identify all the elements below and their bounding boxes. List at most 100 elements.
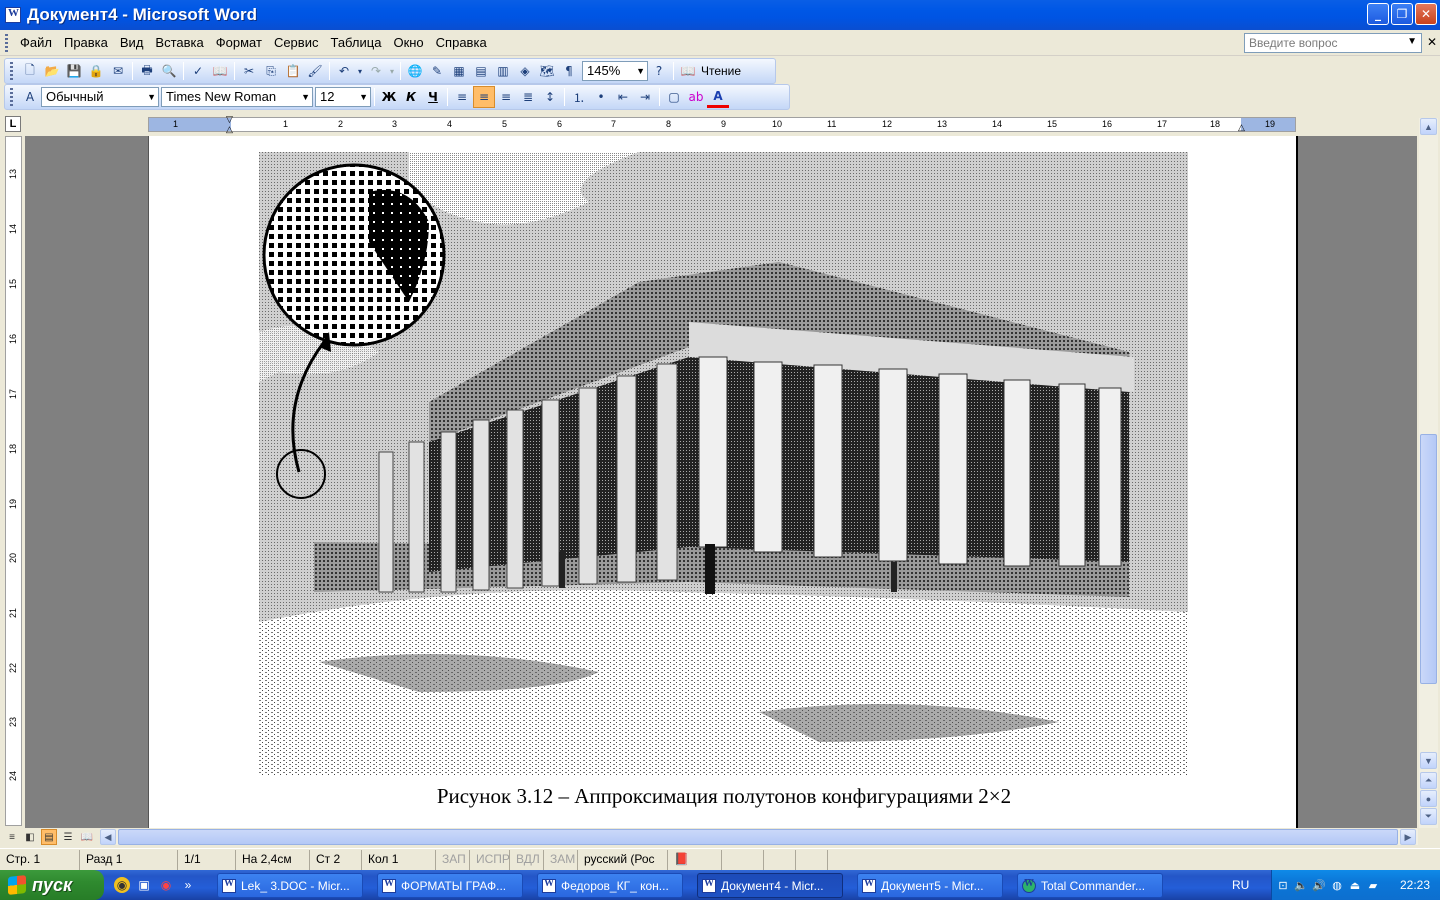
tray-speaker-icon[interactable]: 🔈 <box>1294 878 1308 892</box>
left-indent-marker[interactable]: △ <box>226 124 233 135</box>
copy-icon[interactable]: ⎘ <box>260 60 282 82</box>
tables-borders-icon[interactable]: ✎ <box>426 60 448 82</box>
task-document4[interactable]: Документ4 - Micr... <box>697 873 843 898</box>
input-language-indicator[interactable]: RU <box>1232 878 1249 892</box>
font-select[interactable]: Times New Roman ▼ <box>161 87 313 107</box>
format-painter-icon[interactable]: 🖌 <box>304 60 326 82</box>
task-formats[interactable]: ФОРМАТЫ ГРАФ... <box>377 873 523 898</box>
align-left-icon[interactable]: ≡ <box>451 86 473 108</box>
menu-format[interactable]: Формат <box>210 33 268 52</box>
document-area[interactable]: Рисунок 3.12 – Аппроксимация полутонов к… <box>25 136 1417 828</box>
browse-object-icon[interactable]: ● <box>1420 790 1437 807</box>
new-document-icon[interactable]: 🗋 <box>19 60 41 82</box>
bullets-icon[interactable]: • <box>590 86 612 108</box>
font-size-select[interactable]: 12 ▼ <box>315 87 371 107</box>
undo-icon[interactable]: ↶ <box>333 60 355 82</box>
print-preview-icon[interactable]: 🔍 <box>158 60 180 82</box>
quick-launch-desktop-icon[interactable]: ▣ <box>136 877 152 893</box>
menu-window[interactable]: Окно <box>387 33 429 52</box>
minimize-button[interactable]: _ <box>1367 3 1389 25</box>
tray-nvidia-icon[interactable]: ▰ <box>1366 878 1380 892</box>
document-close-icon[interactable]: ✕ <box>1427 35 1437 49</box>
vertical-scroll-thumb[interactable] <box>1420 434 1437 684</box>
tab-selector-button[interactable]: L <box>5 116 21 132</box>
task-fedorov[interactable]: Федоров_КГ_ кон... <box>537 873 683 898</box>
horizontal-ruler[interactable]: 1 1 2 3 4 5 6 7 8 9 10 11 12 13 14 15 16… <box>148 114 1296 135</box>
ask-question-dropdown-icon[interactable]: ▼ <box>1407 36 1417 47</box>
research-icon[interactable]: 📖 <box>209 60 231 82</box>
align-center-icon[interactable]: ≡ <box>473 86 495 108</box>
task-document5[interactable]: Документ5 - Micr... <box>857 873 1003 898</box>
quick-launch-media-icon[interactable]: ◉ <box>158 877 174 893</box>
scroll-up-icon[interactable]: ▲ <box>1420 118 1437 135</box>
bold-button[interactable]: Ж <box>378 86 400 108</box>
horizontal-scroll-thumb[interactable] <box>118 829 1398 845</box>
scroll-down-icon[interactable]: ▼ <box>1420 752 1437 769</box>
permission-icon[interactable]: 🔒 <box>85 60 107 82</box>
web-view-icon[interactable]: ◧ <box>22 829 38 845</box>
menubar-grip[interactable] <box>5 33 8 52</box>
scroll-right-icon[interactable]: ▶ <box>1400 829 1416 845</box>
document-page[interactable]: Рисунок 3.12 – Аппроксимация полутонов к… <box>148 136 1298 828</box>
vertical-scrollbar[interactable]: ▲ ▼ ⏶ ● ⏷ <box>1419 118 1438 828</box>
columns-icon[interactable]: ▥ <box>492 60 514 82</box>
cut-icon[interactable]: ✂ <box>238 60 260 82</box>
tray-app-icon[interactable]: ◍ <box>1330 878 1344 892</box>
drawing-icon[interactable]: ◈ <box>514 60 536 82</box>
status-extend[interactable]: ВДЛ <box>510 849 544 870</box>
right-indent-marker[interactable]: △ <box>1238 122 1245 133</box>
read-icon[interactable]: 📖 <box>677 60 699 82</box>
align-right-icon[interactable]: ≡ <box>495 86 517 108</box>
clock[interactable]: 22:23 <box>1400 878 1430 892</box>
show-hide-icon[interactable]: ¶ <box>558 60 580 82</box>
paste-icon[interactable]: 📋 <box>282 60 304 82</box>
spelling-status-icon[interactable]: 📕 <box>668 849 722 870</box>
word-doc-icon[interactable] <box>5 7 21 23</box>
menu-edit[interactable]: Правка <box>58 33 114 52</box>
toolbar-grip[interactable] <box>10 62 13 80</box>
toolbar-grip[interactable] <box>10 88 13 106</box>
insert-excel-icon[interactable]: ▤ <box>470 60 492 82</box>
vertical-ruler[interactable]: 13 14 15 16 17 18 19 20 21 22 23 24 <box>5 136 22 826</box>
redo-icon[interactable]: ↷ <box>365 60 387 82</box>
underline-button[interactable]: Ч <box>422 86 444 108</box>
redo-dropdown-icon[interactable]: ▾ <box>387 60 397 82</box>
help-icon[interactable]: ? <box>648 60 670 82</box>
close-button[interactable]: ✕ <box>1415 3 1437 25</box>
menu-view[interactable]: Вид <box>114 33 150 52</box>
highlight-icon[interactable]: ab <box>685 86 707 108</box>
justify-icon[interactable]: ≣ <box>517 86 539 108</box>
task-total-commander[interactable]: Total Commander... <box>1017 873 1163 898</box>
previous-page-icon[interactable]: ⏶ <box>1420 772 1437 789</box>
style-select[interactable]: Обычный ▼ <box>41 87 159 107</box>
halftone-parthenon-figure[interactable] <box>259 152 1188 775</box>
decrease-indent-icon[interactable]: ⇤ <box>612 86 634 108</box>
menu-table[interactable]: Таблица <box>324 33 387 52</box>
print-icon[interactable]: 🖶 <box>136 60 158 82</box>
save-icon[interactable]: 💾 <box>63 60 85 82</box>
tray-safely-remove-icon[interactable]: ⏏ <box>1348 878 1362 892</box>
reading-mode-button[interactable]: Чтение <box>699 64 743 78</box>
document-map-icon[interactable]: 🗺 <box>536 60 558 82</box>
borders-icon[interactable]: ▢ <box>663 86 685 108</box>
reading-view-icon[interactable]: 📖 <box>79 829 95 845</box>
numbering-icon[interactable]: ⒈ <box>568 86 590 108</box>
spelling-icon[interactable]: ✓ <box>187 60 209 82</box>
status-track-changes[interactable]: ИСПР <box>470 849 510 870</box>
undo-dropdown-icon[interactable]: ▾ <box>355 60 365 82</box>
font-color-button[interactable]: A <box>707 86 729 108</box>
menu-help[interactable]: Справка <box>430 33 493 52</box>
quick-launch-more-icon[interactable]: » <box>180 877 196 893</box>
status-overtype[interactable]: ЗАМ <box>544 849 578 870</box>
next-page-icon[interactable]: ⏷ <box>1420 808 1437 825</box>
tray-network-icon[interactable]: ⊡ <box>1276 878 1290 892</box>
start-button[interactable]: пуск <box>0 870 104 900</box>
quick-launch-app-icon[interactable]: ◉ <box>114 877 130 893</box>
ask-question-input[interactable]: Введите вопрос ▼ <box>1244 33 1422 53</box>
insert-table-icon[interactable]: ▦ <box>448 60 470 82</box>
increase-indent-icon[interactable]: ⇥ <box>634 86 656 108</box>
open-folder-icon[interactable]: 📂 <box>41 60 63 82</box>
menu-file[interactable]: Файл <box>14 33 58 52</box>
email-icon[interactable]: ✉ <box>107 60 129 82</box>
status-record-macro[interactable]: ЗАП <box>436 849 470 870</box>
